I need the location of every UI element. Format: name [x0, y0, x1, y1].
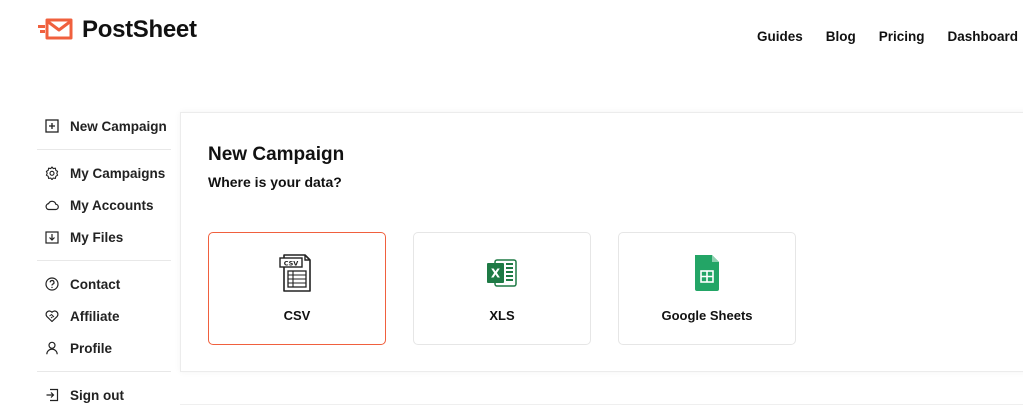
- sidebar-item-label: Sign out: [70, 387, 124, 403]
- page-title: New Campaign: [208, 144, 345, 165]
- option-label: Google Sheets: [661, 308, 753, 323]
- nav-dashboard[interactable]: Dashboard: [947, 29, 1018, 44]
- csv-file-icon: CSV: [278, 253, 316, 293]
- plus-square-icon: [45, 119, 59, 133]
- heart-handshake-icon: [45, 309, 59, 323]
- top-navigation: Guides Blog Pricing Dashboard: [757, 29, 1018, 44]
- sidebar-item-new-campaign[interactable]: New Campaign: [0, 110, 172, 142]
- cloud-icon: [45, 198, 59, 212]
- xls-icon-text: X: [491, 267, 501, 281]
- sidebar-item-label: Profile: [70, 340, 113, 356]
- google-sheets-option-button[interactable]: Google Sheets: [618, 232, 796, 345]
- sidebar-item-my-accounts[interactable]: My Accounts: [0, 189, 172, 221]
- brand-logo[interactable]: PostSheet: [38, 16, 197, 44]
- data-source-question: Where is your data?: [208, 174, 342, 190]
- sidebar-item-my-campaigns[interactable]: My Campaigns: [0, 157, 172, 189]
- sidebar-item-label: My Accounts: [70, 197, 154, 213]
- sidebar-item-affiliate[interactable]: Affiliate: [0, 300, 172, 332]
- nav-blog[interactable]: Blog: [826, 29, 856, 44]
- sidebar-item-label: Affiliate: [70, 308, 120, 324]
- sidebar: New Campaign My Campaigns My Accounts My…: [0, 110, 172, 408]
- sidebar-item-label: New Campaign: [70, 118, 167, 134]
- sidebar-item-sign-out[interactable]: Sign out: [0, 379, 172, 408]
- sidebar-item-label: My Campaigns: [70, 165, 166, 181]
- nav-guides[interactable]: Guides: [757, 29, 803, 44]
- sidebar-divider: [37, 260, 171, 261]
- next-section-edge: [180, 404, 1023, 408]
- google-sheets-icon: [693, 253, 721, 293]
- sidebar-item-label: My Files: [70, 229, 124, 245]
- option-label: CSV: [283, 308, 311, 323]
- user-icon: [45, 341, 59, 355]
- download-folder-icon: [45, 230, 59, 244]
- sign-out-icon: [45, 388, 59, 402]
- sidebar-item-profile[interactable]: Profile: [0, 332, 172, 364]
- postsheet-logo-icon: [38, 18, 73, 40]
- xls-option-button[interactable]: X XLS: [413, 232, 591, 345]
- gear-icon: [45, 166, 59, 180]
- excel-icon: X: [486, 253, 518, 293]
- csv-icon-text: CSV: [284, 260, 299, 268]
- data-source-options: CSV CSV X XLS Google Sheets: [208, 232, 796, 345]
- brand-name: PostSheet: [82, 16, 197, 43]
- new-campaign-card: New Campaign Where is your data? CSV CSV: [180, 112, 1023, 372]
- sidebar-item-my-files[interactable]: My Files: [0, 221, 172, 253]
- csv-option-button[interactable]: CSV CSV: [208, 232, 386, 345]
- option-label: XLS: [489, 308, 515, 323]
- sidebar-item-contact[interactable]: Contact: [0, 268, 172, 300]
- sidebar-item-label: Contact: [70, 276, 121, 292]
- question-circle-icon: [45, 277, 59, 291]
- sidebar-divider: [37, 371, 171, 372]
- sidebar-divider: [37, 149, 171, 150]
- nav-pricing[interactable]: Pricing: [879, 29, 925, 44]
